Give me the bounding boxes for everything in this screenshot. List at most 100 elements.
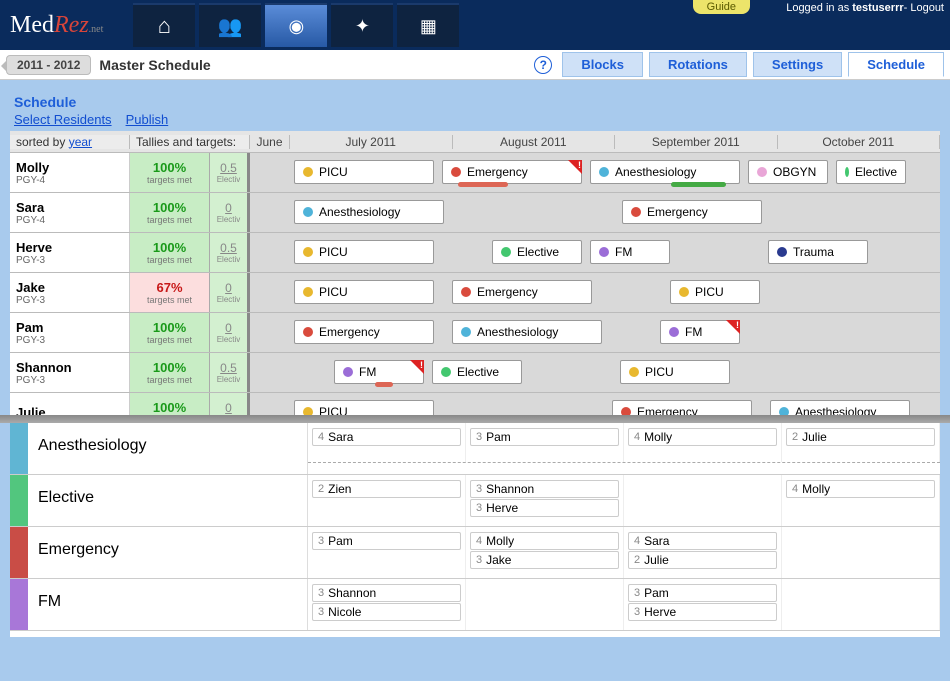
assignment-chip[interactable]: 4Molly: [470, 532, 619, 550]
chip-num: 4: [792, 483, 798, 495]
rotation-block[interactable]: PICU: [294, 160, 434, 184]
chip-num: 4: [318, 431, 324, 443]
assignment-chip[interactable]: 4Molly: [628, 428, 777, 446]
rotation-block[interactable]: Emergency: [442, 160, 582, 184]
tally-cell[interactable]: 100%targets met: [130, 153, 210, 192]
help-icon[interactable]: ?: [534, 56, 552, 74]
extra-sub: Electiv: [217, 175, 241, 184]
rotation-block[interactable]: Anesthesiology: [770, 400, 910, 415]
assignment-chip[interactable]: 4Sara: [312, 428, 461, 446]
rotation-block[interactable]: Emergency: [622, 200, 762, 224]
rotation-cell: 2Zien: [308, 475, 466, 526]
rotation-block[interactable]: PICU: [620, 360, 730, 384]
block-label: Emergency: [647, 205, 708, 219]
rotation-panel[interactable]: Anesthesiology4Sara3Pam4Molly2JulieElect…: [10, 423, 940, 637]
extra-cell[interactable]: 0Electiv: [210, 313, 250, 352]
logout-link[interactable]: - Logout: [904, 2, 944, 14]
assignment-chip[interactable]: 2Zien: [312, 480, 461, 498]
alert-icon: [726, 320, 740, 334]
extra-cell[interactable]: 0.5Electiv: [210, 233, 250, 272]
extra-cell[interactable]: 0.5Electiv: [210, 153, 250, 192]
tally-cell[interactable]: 100%targets met: [130, 313, 210, 352]
assignment-chip[interactable]: 3Pam: [628, 584, 777, 602]
nav-calendar[interactable]: ▦: [397, 3, 459, 47]
resident-rows[interactable]: MollyPGY-4100%targets met0.5ElectivPICUE…: [10, 153, 940, 415]
rotation-block[interactable]: PICU: [294, 400, 434, 415]
assignment-chip[interactable]: 2Julie: [628, 551, 777, 569]
extra-cell[interactable]: 0Electiv: [210, 193, 250, 232]
tally-cell[interactable]: 100%targets met: [130, 233, 210, 272]
assignment-chip[interactable]: 3Pam: [470, 428, 619, 446]
assignment-chip[interactable]: 3Herve: [470, 499, 619, 517]
rotation-block[interactable]: FM: [660, 320, 740, 344]
assignment-chip[interactable]: 3Nicole: [312, 603, 461, 621]
rotation-block[interactable]: Anesthesiology: [452, 320, 602, 344]
select-residents-link[interactable]: Select Residents: [14, 112, 112, 127]
assignment-chip[interactable]: 3Pam: [312, 532, 461, 550]
color-dot: [777, 247, 787, 257]
resident-level: PGY-3: [16, 295, 123, 306]
block-label: PICU: [645, 365, 674, 379]
extra-cell[interactable]: 0Electiv: [210, 273, 250, 312]
tally-cell[interactable]: 100%targets met: [130, 353, 210, 392]
publish-link[interactable]: Publish: [126, 112, 169, 127]
color-dot: [303, 407, 313, 415]
extra-cell[interactable]: 0Electiv: [210, 393, 250, 415]
tally-cell[interactable]: 100%targets met: [130, 193, 210, 232]
rotation-block[interactable]: Elective: [492, 240, 582, 264]
rotation-block[interactable]: Anesthesiology: [590, 160, 740, 184]
rotation-cell: 4Molly: [782, 475, 940, 526]
rotation-block[interactable]: PICU: [670, 280, 760, 304]
rotation-block[interactable]: PICU: [294, 280, 434, 304]
resident-cell[interactable]: Julie: [10, 393, 130, 415]
rotation-block[interactable]: Anesthesiology: [294, 200, 444, 224]
split-bar[interactable]: [0, 415, 950, 423]
tallies-header: Tallies and targets:: [130, 135, 250, 149]
nav-rotations[interactable]: ◉: [265, 3, 327, 47]
rotation-block[interactable]: Trauma: [768, 240, 868, 264]
color-dot: [441, 367, 451, 377]
nav-people[interactable]: 👥: [199, 3, 261, 47]
month-header: September 2011: [615, 135, 778, 149]
rotation-block[interactable]: Emergency: [294, 320, 434, 344]
year-selector[interactable]: 2011 - 2012: [6, 55, 91, 75]
sort-key-link[interactable]: year: [69, 135, 92, 149]
chip-num: 3: [476, 502, 482, 514]
assignment-chip[interactable]: 3Herve: [628, 603, 777, 621]
rotation-block[interactable]: OBGYN: [748, 160, 828, 184]
guide-tab[interactable]: Guide: [693, 0, 750, 14]
nav-home[interactable]: ⌂: [133, 3, 195, 47]
resident-cell[interactable]: PamPGY-3: [10, 313, 130, 352]
assignment-chip[interactable]: 2Julie: [786, 428, 935, 446]
rotation-block[interactable]: Emergency: [452, 280, 592, 304]
assignment-chip[interactable]: 4Molly: [786, 480, 935, 498]
rotation-block[interactable]: FM: [590, 240, 670, 264]
blocks-cell: FM Elective PICU: [250, 353, 940, 392]
tab-schedule[interactable]: Schedule: [848, 52, 944, 77]
block-label: Elective: [457, 365, 499, 379]
rotation-block[interactable]: Elective: [836, 160, 906, 184]
resident-cell[interactable]: SaraPGY-4: [10, 193, 130, 232]
resident-cell[interactable]: MollyPGY-4: [10, 153, 130, 192]
resident-name: Molly: [16, 160, 123, 175]
tally-cell[interactable]: 100%targets met: [130, 393, 210, 415]
resident-cell[interactable]: HervePGY-3: [10, 233, 130, 272]
tab-settings[interactable]: Settings: [753, 52, 842, 77]
assignment-chip[interactable]: 3Shannon: [312, 584, 461, 602]
blocks-cell: Anesthesiology Emergency: [250, 193, 940, 232]
resident-cell[interactable]: ShannonPGY-3: [10, 353, 130, 392]
rotation-block[interactable]: Emergency: [612, 400, 752, 415]
assignment-chip[interactable]: 3Jake: [470, 551, 619, 569]
assignment-chip[interactable]: 3Shannon: [470, 480, 619, 498]
rotation-block[interactable]: Elective: [432, 360, 522, 384]
tab-rotations[interactable]: Rotations: [649, 52, 747, 77]
assignment-chip[interactable]: 4Sara: [628, 532, 777, 550]
resident-cell[interactable]: JakePGY-3: [10, 273, 130, 312]
rotation-block[interactable]: FM: [334, 360, 424, 384]
nav-wreath[interactable]: ✦: [331, 3, 393, 47]
tally-cell[interactable]: 67%targets met: [130, 273, 210, 312]
tab-blocks[interactable]: Blocks: [562, 52, 643, 77]
extra-cell[interactable]: 0.5Electiv: [210, 353, 250, 392]
rotation-block[interactable]: PICU: [294, 240, 434, 264]
chip-num: 3: [634, 587, 640, 599]
